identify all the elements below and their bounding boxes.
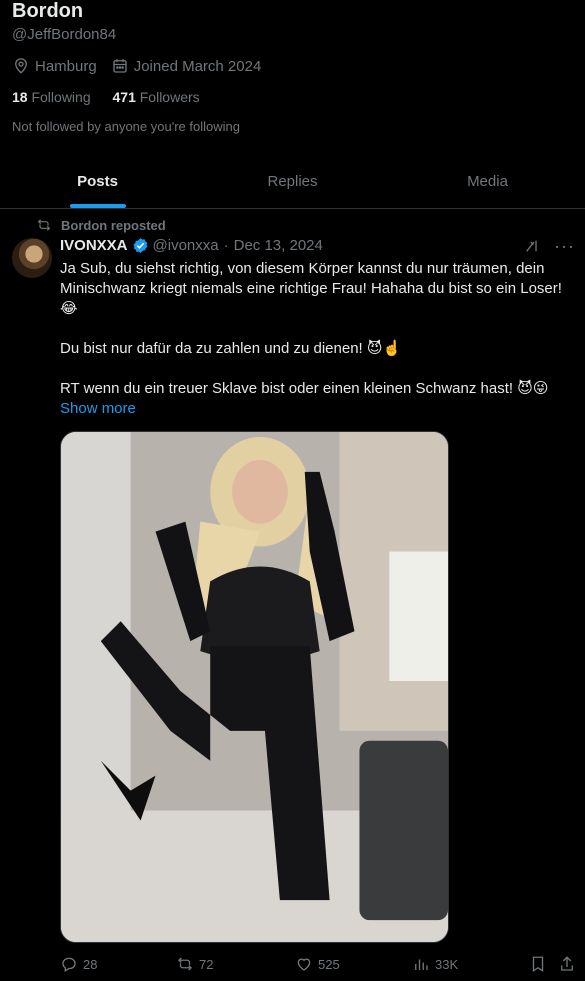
show-more-link[interactable]: Show more [60, 399, 575, 419]
joined-text: Joined March 2024 [133, 57, 262, 75]
more-icon[interactable]: ··· [554, 237, 575, 255]
like-button[interactable]: 525 [295, 955, 340, 973]
followers-label: Followers [139, 89, 200, 105]
reply-count: 28 [83, 956, 98, 972]
post-text-line1: Ja Sub, du siehst richtig, von diesem Kö… [60, 260, 562, 317]
post-date[interactable]: Dec 13, 2024 [234, 237, 323, 254]
post-separator: · [223, 237, 229, 254]
profile-handle: @JeffBordon84 [12, 26, 117, 43]
post-text: Ja Sub, du siehst richtig, von diesem Kö… [60, 259, 575, 419]
repost-count: 72 [199, 956, 214, 972]
active-tab-indicator [69, 204, 126, 208]
post-text-line2: Du bist nur dafür da zu zahlen und zu di… [60, 340, 402, 357]
views-count: 33K [435, 956, 459, 972]
share-button[interactable] [558, 955, 581, 973]
retweet-icon [178, 957, 192, 971]
grok-icon[interactable] [524, 238, 540, 254]
profile-meta: Hamburg Joined March 2024 [12, 57, 275, 75]
followers-link[interactable]: 471 Followers [113, 89, 200, 105]
verified-icon [132, 238, 148, 253]
profile-tabs: Posts Replies Media [0, 158, 585, 209]
avatar[interactable] [12, 238, 52, 278]
calendar-icon [111, 57, 129, 75]
views-button[interactable]: 33K [412, 955, 458, 973]
tab-media-label: Media [467, 173, 508, 190]
following-count: 18 [12, 89, 28, 105]
profile-joined: Joined March 2024 [111, 57, 262, 75]
tab-media[interactable]: Media [390, 158, 585, 208]
bookmark-button[interactable] [529, 955, 552, 973]
repost-label[interactable]: Bordon reposted [61, 218, 166, 233]
tab-replies-label: Replies [267, 173, 318, 190]
post-media-image[interactable] [60, 431, 449, 943]
followers-count: 471 [112, 89, 136, 105]
photo-icon [61, 432, 448, 942]
post-actions: 28 72 525 33K [60, 955, 580, 977]
reply-icon [62, 957, 76, 972]
location-text: Hamburg [35, 57, 97, 75]
like-icon [297, 958, 311, 971]
repost-notice: Bordon reposted [36, 217, 166, 233]
following-link[interactable]: 18 Following [12, 89, 91, 105]
repost-icon [37, 219, 51, 231]
tab-posts[interactable]: Posts [0, 158, 195, 208]
post-author-handle[interactable]: @ivonxxa [153, 237, 219, 254]
profile-location: Hamburg [12, 57, 97, 75]
share-icon [561, 956, 573, 971]
follow-stats: 18 Following 471 Followers [12, 89, 218, 105]
post-header: IVONXXA @ivonxxa · Dec 13, 2024 ··· [60, 237, 575, 255]
profile-display-name: Bordon [12, 0, 84, 22]
reply-button[interactable]: 28 [60, 955, 97, 973]
location-icon [12, 57, 30, 75]
views-icon [415, 959, 428, 970]
repost-button[interactable]: 72 [176, 955, 213, 973]
not-followed-note: Not followed by anyone you're following [12, 119, 240, 134]
following-label: Following [31, 89, 91, 105]
post-text-line3: RT wenn du ein treuer Sklave bist oder e… [60, 380, 549, 397]
post-author-name[interactable]: IVONXXA [60, 237, 128, 254]
bookmark-icon [532, 956, 544, 973]
tab-posts-label: Posts [77, 173, 118, 190]
tab-replies[interactable]: Replies [195, 158, 390, 208]
like-count: 525 [318, 956, 340, 972]
